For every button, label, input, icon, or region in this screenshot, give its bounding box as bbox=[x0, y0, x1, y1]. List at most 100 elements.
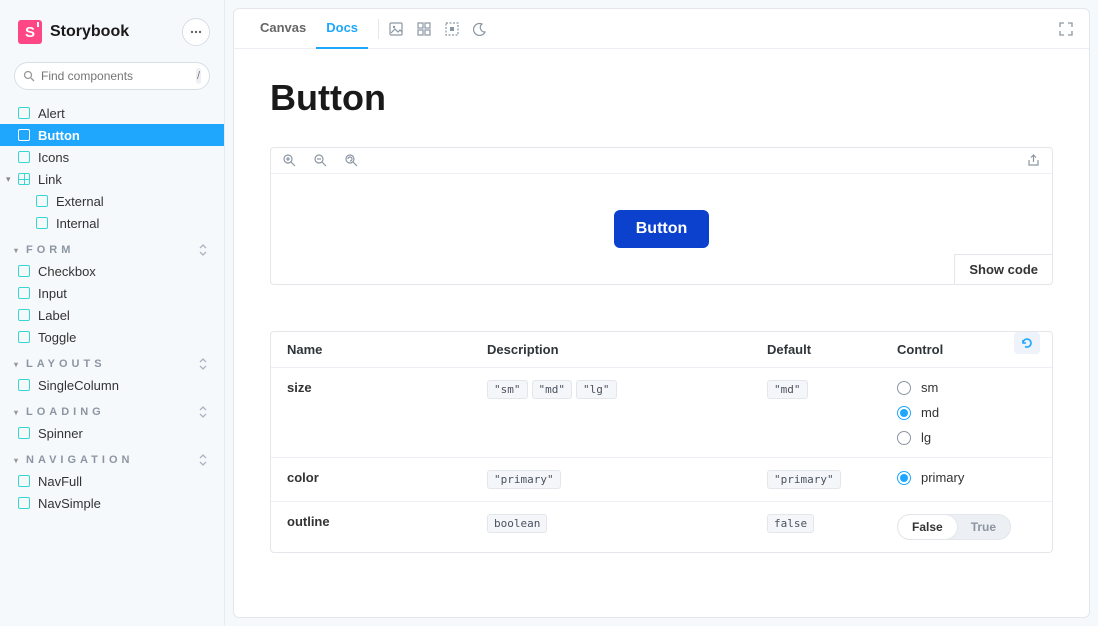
radio-label: lg bbox=[921, 430, 931, 445]
sidebar-group-label: FORM bbox=[26, 244, 74, 256]
sidebar-group-label: LOADING bbox=[26, 406, 105, 418]
tab-docs[interactable]: Docs bbox=[316, 9, 368, 49]
sidebar-item-button[interactable]: Button bbox=[0, 124, 224, 146]
expand-collapse-icon[interactable] bbox=[198, 358, 208, 370]
caret-icon: ▾ bbox=[14, 456, 22, 465]
sidebar-group-form[interactable]: ▾FORM bbox=[0, 234, 224, 260]
storybook-logo-icon: S bbox=[18, 20, 42, 44]
share-icon[interactable] bbox=[1027, 154, 1040, 167]
default-chip: false bbox=[767, 514, 814, 533]
logo[interactable]: S Storybook bbox=[18, 20, 129, 44]
document-icon bbox=[18, 107, 30, 119]
sidebar-item-label: External bbox=[56, 194, 104, 209]
search-input[interactable] bbox=[35, 69, 196, 83]
type-chip: "lg" bbox=[576, 380, 617, 399]
sidebar-item-external[interactable]: External bbox=[0, 190, 224, 212]
type-chip: boolean bbox=[487, 514, 547, 533]
sidebar-item-icons[interactable]: Icons bbox=[0, 146, 224, 168]
demo-button[interactable]: Button bbox=[614, 210, 710, 248]
zoom-out-icon[interactable] bbox=[314, 154, 327, 167]
sidebar-item-input[interactable]: Input bbox=[0, 282, 224, 304]
sidebar-item-alert[interactable]: Alert bbox=[0, 102, 224, 124]
arg-default: "md" bbox=[767, 380, 897, 399]
col-name: Name bbox=[287, 342, 487, 357]
sidebar-group-navigation[interactable]: ▾NAVIGATION bbox=[0, 444, 224, 470]
radio-label: primary bbox=[921, 470, 964, 485]
radio-option-md[interactable]: md bbox=[897, 405, 1036, 420]
fullscreen-button[interactable] bbox=[1059, 22, 1073, 36]
sidebar-item-label: NavFull bbox=[38, 474, 82, 489]
sidebar: S Storybook / AlertButtonIcons▾LinkExter… bbox=[0, 0, 225, 626]
sidebar-item-label: Internal bbox=[56, 216, 99, 231]
main-wrap: CanvasDocs Button bbox=[225, 0, 1098, 626]
doc-body: Button Button Show code bbox=[234, 49, 1089, 589]
document-icon bbox=[18, 129, 30, 141]
type-chip: "primary" bbox=[487, 470, 561, 489]
arg-control: sm md lg bbox=[897, 380, 1036, 445]
sidebar-menu-button[interactable] bbox=[182, 18, 210, 46]
radio-option-primary[interactable]: primary bbox=[897, 470, 1036, 485]
dark-mode-icon[interactable] bbox=[473, 22, 487, 36]
boolean-toggle[interactable]: FalseTrue bbox=[897, 514, 1011, 540]
sidebar-item-internal[interactable]: Internal bbox=[0, 212, 224, 234]
search-row: / bbox=[0, 54, 224, 96]
main-panel: CanvasDocs Button bbox=[233, 8, 1090, 618]
arg-name: outline bbox=[287, 514, 487, 529]
component-icon bbox=[18, 173, 30, 185]
sidebar-item-label[interactable]: Label bbox=[0, 304, 224, 326]
reset-controls-button[interactable] bbox=[1014, 332, 1040, 354]
sidebar-item-singlecolumn[interactable]: SingleColumn bbox=[0, 374, 224, 396]
caret-icon: ▾ bbox=[14, 360, 22, 369]
sidebar-item-link[interactable]: ▾Link bbox=[0, 168, 224, 190]
sidebar-item-spinner[interactable]: Spinner bbox=[0, 422, 224, 444]
document-icon bbox=[18, 427, 30, 439]
sidebar-item-navfull[interactable]: NavFull bbox=[0, 470, 224, 492]
image-addon-icon[interactable] bbox=[389, 22, 403, 36]
grid-addon-icon[interactable] bbox=[417, 22, 431, 36]
radio-option-lg[interactable]: lg bbox=[897, 430, 1036, 445]
sidebar-item-label: Link bbox=[38, 172, 62, 187]
args-row-outline: outlineboolean false FalseTrue bbox=[271, 501, 1052, 552]
arg-name: size bbox=[287, 380, 487, 395]
document-icon bbox=[36, 195, 48, 207]
args-row-color: color"primary""primary"primary bbox=[271, 457, 1052, 501]
topbar-separator bbox=[378, 19, 379, 39]
args-table: Name Description Default Control size"sm… bbox=[270, 331, 1053, 553]
sidebar-group-loading[interactable]: ▾LOADING bbox=[0, 396, 224, 422]
expand-collapse-icon[interactable] bbox=[198, 454, 208, 466]
document-icon bbox=[18, 331, 30, 343]
sidebar-item-navsimple[interactable]: NavSimple bbox=[0, 492, 224, 514]
args-table-header: Name Description Default Control bbox=[271, 332, 1052, 367]
toggle-true[interactable]: True bbox=[957, 515, 1010, 539]
arg-control: primary bbox=[897, 470, 1036, 485]
radio-label: md bbox=[921, 405, 939, 420]
radio-icon bbox=[897, 381, 911, 395]
outline-addon-icon[interactable] bbox=[445, 22, 459, 36]
args-row-size: size"sm""md""lg""md" sm md lg bbox=[271, 367, 1052, 457]
zoom-in-icon[interactable] bbox=[283, 154, 296, 167]
page-title: Button bbox=[270, 77, 1053, 119]
type-chip: "md" bbox=[532, 380, 573, 399]
sidebar-item-label: SingleColumn bbox=[38, 378, 119, 393]
sidebar-group-layouts[interactable]: ▾LAYOUTS bbox=[0, 348, 224, 374]
document-icon bbox=[18, 497, 30, 509]
default-chip: "primary" bbox=[767, 470, 841, 489]
sidebar-item-checkbox[interactable]: Checkbox bbox=[0, 260, 224, 282]
topbar-left: CanvasDocs bbox=[250, 9, 487, 49]
tab-canvas[interactable]: Canvas bbox=[250, 9, 316, 49]
sidebar-header: S Storybook bbox=[0, 0, 224, 54]
search-box[interactable]: / bbox=[14, 62, 210, 90]
zoom-reset-icon[interactable] bbox=[345, 154, 358, 167]
sidebar-item-label: Icons bbox=[38, 150, 69, 165]
show-code-button[interactable]: Show code bbox=[954, 254, 1053, 285]
radio-option-sm[interactable]: sm bbox=[897, 380, 1036, 395]
sidebar-item-toggle[interactable]: Toggle bbox=[0, 326, 224, 348]
arg-description: boolean bbox=[487, 514, 767, 533]
expand-collapse-icon[interactable] bbox=[198, 406, 208, 418]
arg-description: "sm""md""lg" bbox=[487, 380, 767, 399]
radio-label: sm bbox=[921, 380, 938, 395]
expand-collapse-icon[interactable] bbox=[198, 244, 208, 256]
toggle-false[interactable]: False bbox=[898, 515, 957, 539]
search-shortcut: / bbox=[196, 68, 201, 84]
preview-canvas: Button bbox=[271, 174, 1052, 284]
